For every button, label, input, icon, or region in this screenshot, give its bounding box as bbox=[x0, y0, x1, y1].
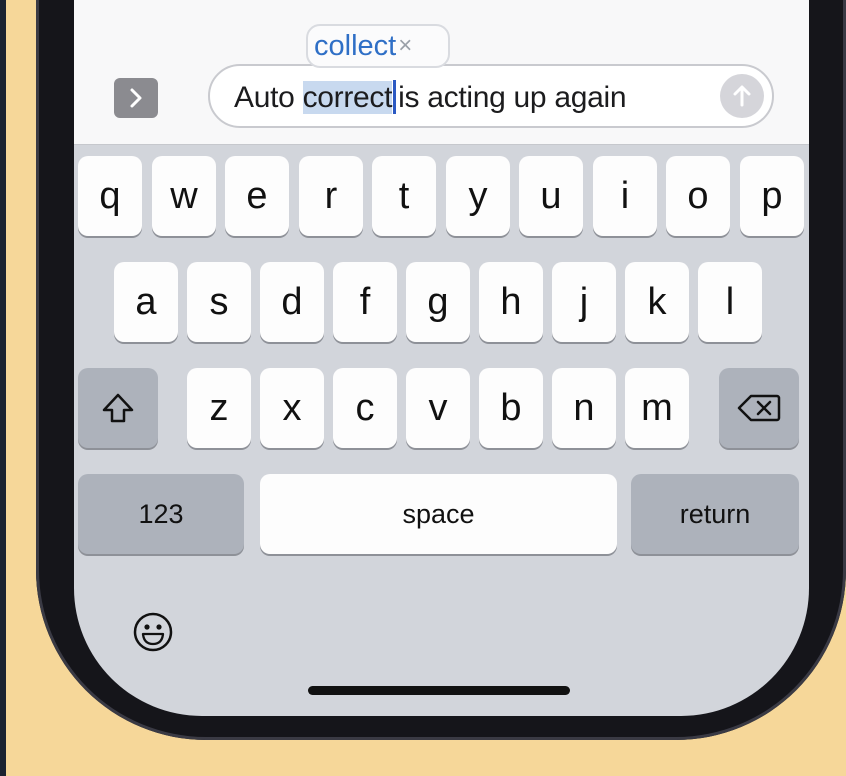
key-z[interactable]: z bbox=[187, 368, 251, 448]
key-k[interactable]: k bbox=[625, 262, 689, 342]
key-a[interactable]: a bbox=[114, 262, 178, 342]
key-d[interactable]: d bbox=[260, 262, 324, 342]
key-s[interactable]: s bbox=[187, 262, 251, 342]
backspace-key[interactable] bbox=[719, 368, 799, 448]
chevron-right-icon bbox=[130, 88, 142, 108]
numbers-key[interactable]: 123 bbox=[78, 474, 244, 554]
key-n[interactable]: n bbox=[552, 368, 616, 448]
phone-screen: Auto correct is acting up again collect × … bbox=[74, 0, 809, 716]
key-w[interactable]: w bbox=[152, 156, 216, 236]
expand-apps-button[interactable] bbox=[114, 78, 158, 118]
key-o[interactable]: o bbox=[666, 156, 730, 236]
return-key[interactable]: return bbox=[631, 474, 799, 554]
key-u[interactable]: u bbox=[519, 156, 583, 236]
key-c[interactable]: c bbox=[333, 368, 397, 448]
key-m[interactable]: m bbox=[625, 368, 689, 448]
key-q[interactable]: q bbox=[78, 156, 142, 236]
suggestion-word: collect bbox=[314, 29, 397, 62]
key-p[interactable]: p bbox=[740, 156, 804, 236]
key-y[interactable]: y bbox=[446, 156, 510, 236]
backspace-icon bbox=[737, 394, 781, 422]
key-i[interactable]: i bbox=[593, 156, 657, 236]
send-arrow-icon bbox=[733, 85, 751, 107]
key-l[interactable]: l bbox=[698, 262, 762, 342]
key-j[interactable]: j bbox=[552, 262, 616, 342]
text-caret bbox=[393, 80, 397, 114]
message-input[interactable]: Auto correct is acting up again bbox=[208, 64, 774, 128]
space-key[interactable]: space bbox=[260, 474, 617, 554]
autocorrect-suggestion[interactable]: collect × bbox=[306, 24, 450, 68]
key-e[interactable]: e bbox=[225, 156, 289, 236]
key-r[interactable]: r bbox=[299, 156, 363, 236]
autocorrected-word: correct bbox=[302, 81, 393, 114]
key-h[interactable]: h bbox=[479, 262, 543, 342]
key-f[interactable]: f bbox=[333, 262, 397, 342]
key-b[interactable]: b bbox=[479, 368, 543, 448]
send-button[interactable] bbox=[720, 74, 764, 118]
key-x[interactable]: x bbox=[260, 368, 324, 448]
emoji-icon[interactable] bbox=[132, 611, 174, 653]
text-before: Auto bbox=[234, 81, 303, 114]
message-compose-bar: Auto correct is acting up again collect × bbox=[74, 0, 809, 145]
close-icon[interactable]: × bbox=[398, 32, 412, 60]
message-text: Auto correct is acting up again bbox=[234, 80, 627, 115]
shift-key[interactable] bbox=[78, 368, 158, 448]
key-t[interactable]: t bbox=[372, 156, 436, 236]
key-g[interactable]: g bbox=[406, 262, 470, 342]
home-indicator bbox=[308, 686, 570, 695]
shift-icon bbox=[102, 393, 134, 423]
key-v[interactable]: v bbox=[406, 368, 470, 448]
text-after: is acting up again bbox=[398, 81, 627, 114]
